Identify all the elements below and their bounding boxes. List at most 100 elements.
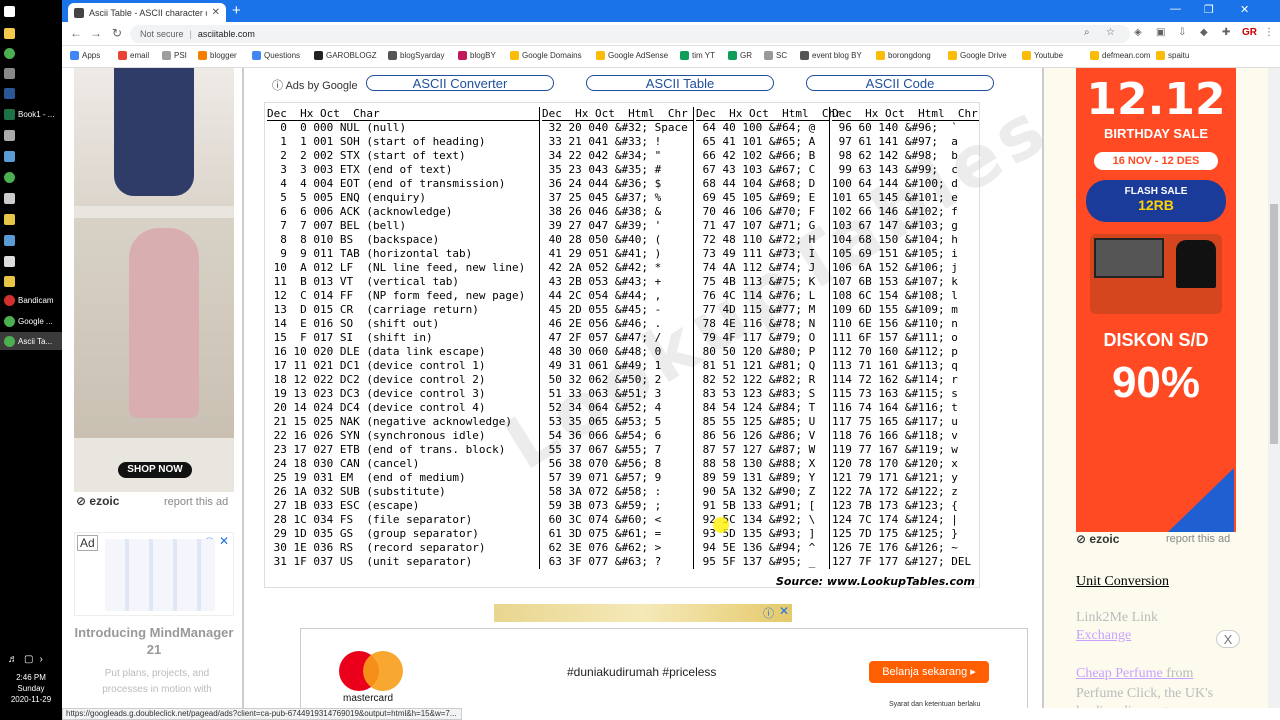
- ascii-row: 65 41 101 &#65; A: [696, 135, 816, 148]
- ezoic-logo[interactable]: ⊘ ezoic: [1076, 532, 1119, 546]
- reload-icon[interactable]: ↻: [112, 26, 122, 40]
- bookmark-sc[interactable]: SC: [764, 51, 787, 60]
- clock[interactable]: 2:46 PM Sunday 2020-11-29: [0, 672, 62, 705]
- ascii-row: 98 62 142 &#98; b: [832, 149, 958, 162]
- ascii-converter-button[interactable]: ASCII Converter: [366, 75, 554, 91]
- menu-icon[interactable]: ⋮: [1264, 27, 1274, 38]
- taskbar-item-app[interactable]: [0, 252, 62, 270]
- bookmark-youtube[interactable]: Youtube: [1022, 51, 1063, 60]
- bookmark-borongdong[interactable]: borongdong: [876, 51, 931, 60]
- close-ad-button[interactable]: X: [1216, 630, 1240, 648]
- bookmark-apps[interactable]: Apps: [70, 51, 100, 60]
- bookmark-tim-yt[interactable]: tim YT: [680, 51, 715, 60]
- report-ad-link[interactable]: report this ad: [164, 496, 228, 508]
- bookmark-spaitu[interactable]: spaitu: [1156, 51, 1189, 60]
- back-icon[interactable]: ←: [70, 26, 82, 40]
- taskbar-item-chrome[interactable]: [0, 44, 62, 62]
- profile-icon[interactable]: GR: [1242, 27, 1257, 38]
- ascii-row: 13 D 015 CR (carriage return): [267, 303, 479, 316]
- ascii-row: 52 34 064 &#52; 4: [542, 401, 662, 414]
- taskbar-item-app[interactable]: [0, 231, 62, 249]
- source-credit[interactable]: Source: www.LookupTables.com: [776, 575, 975, 588]
- link-exchange[interactable]: Exchange: [1076, 628, 1131, 644]
- link-link2me[interactable]: Link2Me Link: [1076, 610, 1158, 626]
- tab-close-icon[interactable]: ✕: [212, 7, 220, 18]
- minimize-icon[interactable]: —: [1170, 3, 1181, 15]
- download-icon[interactable]: ⇩: [1178, 27, 1186, 38]
- sale-ad[interactable]: 12.12 BIRTHDAY SALE 16 NOV - 12 DES FLAS…: [1076, 68, 1236, 532]
- bookmark-questions[interactable]: Questions: [252, 51, 300, 60]
- system-tray[interactable]: ♬▢›: [8, 654, 49, 665]
- bookmark-blogsyarday[interactable]: blogSyarday: [388, 51, 444, 60]
- taskbar-item-bandicam[interactable]: Bandicam: [0, 291, 62, 309]
- extension-icon[interactable]: ◆: [1200, 27, 1208, 38]
- mindmanager-ad[interactable]: Ad ⓘ ✕: [74, 532, 234, 616]
- shirt-image: [1176, 240, 1216, 288]
- close-icon[interactable]: ✕: [779, 604, 789, 618]
- puzzle-icon[interactable]: ✚: [1222, 27, 1230, 38]
- taskbar-item-app[interactable]: [0, 210, 62, 228]
- bookmark-defmean[interactable]: defmean.com: [1090, 51, 1150, 60]
- address-bar[interactable]: Not secure | asciitable.com: [130, 25, 1130, 43]
- bookmark-label: Youtube: [1034, 51, 1064, 60]
- taskbar-item-explorer[interactable]: [0, 24, 62, 42]
- forward-icon[interactable]: →: [90, 26, 102, 40]
- close-icon[interactable]: ✕: [219, 534, 229, 548]
- ezoic-logo[interactable]: ⊘ ezoic: [76, 494, 119, 508]
- taskbar-item-app[interactable]: [0, 272, 62, 290]
- search-icon[interactable]: ⌕: [1084, 27, 1090, 38]
- new-tab-icon[interactable]: +: [232, 2, 241, 19]
- shop-now-button[interactable]: SHOP NOW: [118, 462, 192, 478]
- link-unit-conversion[interactable]: Unit Conversion: [1076, 574, 1169, 590]
- bookmark-gr[interactable]: GR: [728, 51, 752, 60]
- taskbar-item-chrome[interactable]: [0, 168, 62, 186]
- bookmark-google-domains[interactable]: Google Domains: [510, 51, 582, 60]
- clock-day: Sunday: [17, 684, 45, 693]
- bookmark-garoblogz[interactable]: GAROBLOGZ: [314, 51, 377, 60]
- fashion-ad[interactable]: SHOP NOW: [74, 68, 234, 492]
- scrollbar-thumb[interactable]: [1270, 204, 1278, 444]
- scrollbar[interactable]: [1268, 68, 1280, 708]
- bookmark-event-blog[interactable]: event blog BY: [800, 51, 862, 60]
- shop-now-button[interactable]: Belanja sekarang ▸: [869, 661, 989, 683]
- tab-bar: Ascii Table - ASCII character codes ✕ + …: [62, 0, 1280, 22]
- extension-icon[interactable]: ▣: [1156, 27, 1165, 38]
- info-icon[interactable]: ⓘ: [763, 605, 774, 621]
- bookmark-google-adsense[interactable]: Google AdSense: [596, 51, 668, 60]
- bookmark-email[interactable]: email: [118, 51, 149, 60]
- taskbar-item-app[interactable]: [0, 189, 62, 207]
- taskbar-item-app[interactable]: [0, 147, 62, 165]
- chrome-icon: [4, 171, 15, 183]
- ascii-row: 67 43 103 &#67; C: [696, 163, 816, 176]
- close-window-icon[interactable]: ✕: [1240, 3, 1249, 16]
- start-button[interactable]: [0, 2, 62, 20]
- maximize-icon[interactable]: ❐: [1204, 3, 1214, 16]
- mastercard-ad[interactable]: mastercard #duniakudirumah #priceless Be…: [300, 628, 1028, 708]
- ascii-row: 47 2F 057 &#47; /: [542, 331, 662, 344]
- ad-title[interactable]: Introducing MindManager 21: [74, 624, 234, 658]
- extension-icon[interactable]: ◈: [1134, 27, 1142, 38]
- taskbar-item-app[interactable]: [0, 126, 62, 144]
- word-icon: [4, 87, 15, 99]
- taskbar-item-chrome-google[interactable]: Google ...: [0, 312, 62, 330]
- browser-tab[interactable]: Ascii Table - ASCII character codes ✕: [68, 3, 226, 22]
- bookmark-blogby[interactable]: blogBY: [458, 51, 496, 60]
- bookmark-psi[interactable]: PSI: [162, 51, 187, 60]
- ad-image-strip[interactable]: ⓘ ✕: [494, 604, 792, 622]
- bookmark-google-drive[interactable]: Google Drive: [948, 51, 1007, 60]
- ascii-code-button[interactable]: ASCII Code: [806, 75, 994, 91]
- star-icon[interactable]: ☆: [1106, 27, 1115, 38]
- taskbar-item-word[interactable]: [0, 84, 62, 102]
- bookmark-blogger[interactable]: blogger: [198, 51, 237, 60]
- taskbar-item-excel[interactable]: Book1 - ...: [0, 105, 62, 123]
- ads-by-google[interactable]: ⓘ Ads by Google: [272, 77, 358, 93]
- chrome-icon: [4, 315, 15, 327]
- sheet-icon: [728, 51, 737, 60]
- taskbar-item-app[interactable]: [0, 64, 62, 82]
- ascii-table-button[interactable]: ASCII Table: [586, 75, 774, 91]
- report-ad-link[interactable]: report this ad: [1166, 533, 1230, 545]
- link-cheap-perfume[interactable]: Cheap Perfume from: [1076, 666, 1193, 682]
- bandicam-icon: [4, 294, 15, 306]
- security-status[interactable]: Not secure: [140, 29, 184, 39]
- taskbar-item-chrome-ascii[interactable]: Ascii Ta...: [0, 332, 62, 350]
